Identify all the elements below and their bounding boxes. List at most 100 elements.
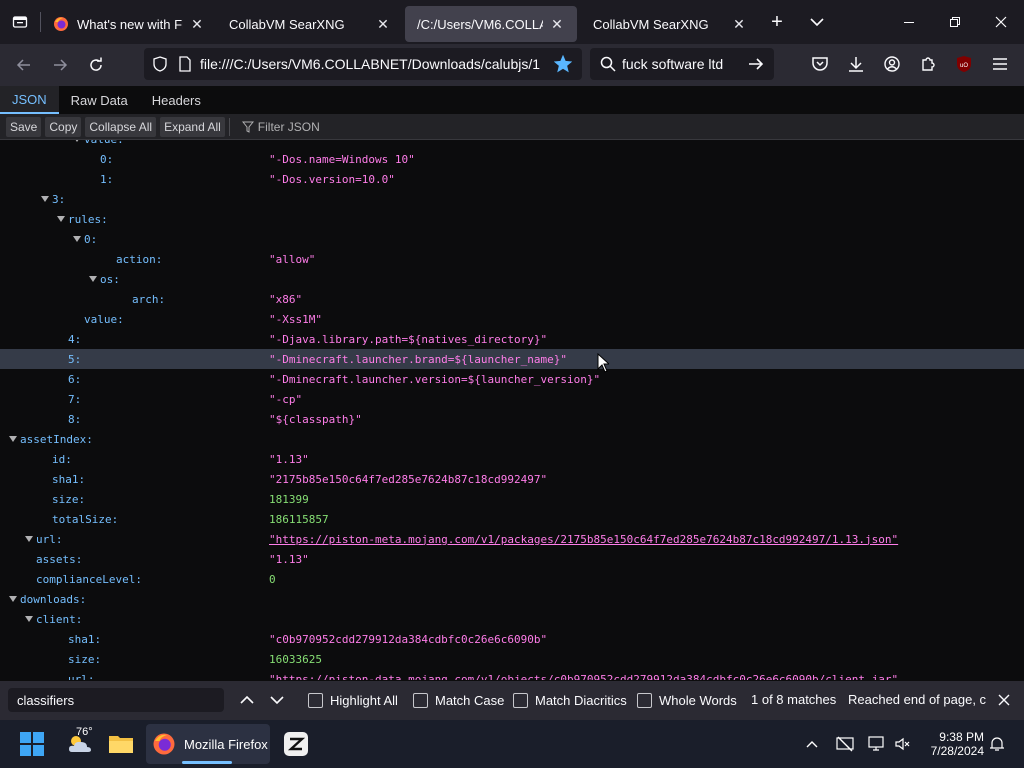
tree-row[interactable]: rules: bbox=[0, 209, 1024, 229]
search-input[interactable]: fuck software ltd bbox=[622, 56, 742, 72]
whole-words-checkbox[interactable]: Whole Words bbox=[637, 692, 737, 708]
tree-row[interactable]: value: bbox=[0, 140, 1024, 149]
copy-button[interactable]: Copy bbox=[45, 116, 82, 137]
expand-twisty-icon[interactable] bbox=[24, 614, 34, 624]
tree-row[interactable]: size: 181399 bbox=[0, 489, 1024, 509]
firefox-view-button[interactable] bbox=[0, 0, 40, 44]
tree-row[interactable]: value: "-Xss1M" bbox=[0, 309, 1024, 329]
weather-widget[interactable]: 76° bbox=[60, 724, 100, 764]
close-tab-icon[interactable]: ✕ bbox=[187, 14, 207, 34]
expand-twisty-icon[interactable] bbox=[88, 274, 98, 284]
expand-all-button[interactable]: Expand All bbox=[160, 116, 225, 137]
list-all-tabs-button[interactable] bbox=[795, 0, 839, 44]
url-text[interactable]: file:///C:/Users/VM6.COLLABNET/Downloads… bbox=[200, 56, 540, 72]
close-find-bar-button[interactable] bbox=[992, 688, 1016, 712]
tree-row[interactable]: 0: "-Dos.name=Windows 10" bbox=[0, 149, 1024, 169]
tree-row[interactable]: os: bbox=[0, 269, 1024, 289]
tree-row[interactable]: complianceLevel: 0 bbox=[0, 569, 1024, 589]
tab-collabvm-searxng-1[interactable]: CollabVM SearXNG ✕ bbox=[217, 6, 403, 42]
tree-row[interactable]: action: "allow" bbox=[0, 249, 1024, 269]
tree-row[interactable]: url: "https://piston-meta.mojang.com/v1/p… bbox=[0, 529, 1024, 549]
tab-raw-data[interactable]: Raw Data bbox=[59, 86, 140, 114]
find-previous-button[interactable] bbox=[236, 688, 258, 712]
expand-twisty-icon[interactable] bbox=[56, 214, 66, 224]
page-icon[interactable] bbox=[178, 56, 192, 72]
start-button[interactable] bbox=[12, 724, 52, 764]
bookmark-star-icon[interactable] bbox=[554, 55, 572, 73]
minimize-button[interactable] bbox=[886, 0, 932, 44]
highlight-all-checkbox[interactable]: Highlight All bbox=[308, 692, 398, 708]
close-tab-icon[interactable]: ✕ bbox=[547, 14, 567, 34]
json-link-value[interactable]: "https://piston-data.mojang.com/v1/objec… bbox=[269, 673, 898, 681]
find-next-button[interactable] bbox=[266, 688, 288, 712]
close-tab-icon[interactable]: ✕ bbox=[729, 14, 749, 34]
tree-row[interactable]: 8: "${classpath}" bbox=[0, 409, 1024, 429]
account-button[interactable] bbox=[878, 50, 906, 78]
tree-row[interactable]: url: "https://piston-data.mojang.com/v1/o… bbox=[0, 669, 1024, 681]
forward-button[interactable] bbox=[42, 49, 78, 81]
tree-row[interactable]: sha1: "c0b970952cdd279912da384cdbfc0c26e6… bbox=[0, 629, 1024, 649]
expand-twisty-icon[interactable] bbox=[72, 140, 82, 144]
close-window-button[interactable] bbox=[978, 0, 1024, 44]
checkbox-box[interactable] bbox=[513, 692, 528, 708]
tree-row[interactable]: 0: bbox=[0, 229, 1024, 249]
show-hidden-icons-button[interactable] bbox=[802, 724, 822, 764]
tree-row[interactable]: size: 16033625 bbox=[0, 649, 1024, 669]
search-bar[interactable]: fuck software ltd bbox=[590, 48, 774, 80]
checkbox-box[interactable] bbox=[413, 692, 428, 708]
tab-headers[interactable]: Headers bbox=[140, 86, 213, 114]
display-status[interactable] bbox=[866, 724, 888, 764]
tree-row[interactable]: totalSize: 186115857 bbox=[0, 509, 1024, 529]
tree-row[interactable]: 3: bbox=[0, 189, 1024, 209]
find-input[interactable]: classifiers bbox=[8, 688, 224, 712]
filter-json-input[interactable]: Filter JSON bbox=[241, 120, 320, 134]
tree-row[interactable]: sha1: "2175b85e150c64f7ed285e7624b87c18cd… bbox=[0, 469, 1024, 489]
json-link-value[interactable]: "https://piston-meta.mojang.com/v1/packa… bbox=[269, 533, 898, 546]
new-tab-button[interactable]: + bbox=[759, 0, 795, 44]
expand-twisty-icon[interactable] bbox=[24, 534, 34, 544]
tree-row[interactable]: 7: "-cp" bbox=[0, 389, 1024, 409]
clock[interactable]: 9:38 PM 7/28/2024 bbox=[916, 724, 984, 764]
expand-twisty-icon[interactable] bbox=[8, 434, 18, 444]
tree-row[interactable]: assets: "1.13" bbox=[0, 549, 1024, 569]
tab-collabvm-searxng-2[interactable]: CollabVM SearXNG ✕ bbox=[581, 6, 759, 42]
menu-button[interactable] bbox=[986, 50, 1014, 78]
go-arrow-icon[interactable] bbox=[748, 56, 764, 72]
tree-row[interactable]: 1: "-Dos.version=10.0" bbox=[0, 169, 1024, 189]
network-status[interactable] bbox=[834, 724, 856, 764]
back-button[interactable] bbox=[6, 49, 42, 81]
save-button[interactable]: Save bbox=[6, 116, 42, 137]
expand-twisty-icon[interactable] bbox=[40, 194, 50, 204]
file-explorer-button[interactable] bbox=[104, 724, 138, 764]
reload-button[interactable] bbox=[78, 49, 114, 81]
url-bar[interactable]: file:///C:/Users/VM6.COLLABNET/Downloads… bbox=[144, 48, 582, 80]
tree-row[interactable]: arch: "x86" bbox=[0, 289, 1024, 309]
tree-row[interactable]: downloads: bbox=[0, 589, 1024, 609]
pocket-button[interactable] bbox=[806, 50, 834, 78]
tree-row[interactable]: 6: "-Dminecraft.launcher.version=${launch… bbox=[0, 369, 1024, 389]
extensions-button[interactable] bbox=[914, 50, 942, 78]
collapse-all-button[interactable]: Collapse All bbox=[85, 116, 157, 137]
ublock-button[interactable]: uO bbox=[950, 50, 978, 78]
tree-row[interactable]: assetIndex: bbox=[0, 429, 1024, 449]
tab-json-file[interactable]: /C:/Users/VM6.COLLABNET ✕ bbox=[405, 6, 577, 42]
tree-row[interactable]: client: bbox=[0, 609, 1024, 629]
zed-app-button[interactable] bbox=[282, 724, 310, 764]
tree-row[interactable]: 5: "-Dminecraft.launcher.brand=${launcher… bbox=[0, 349, 1024, 369]
tab-whats-new[interactable]: What's new with Firefox ✕ bbox=[41, 6, 217, 42]
volume-status[interactable] bbox=[892, 724, 912, 764]
downloads-button[interactable] bbox=[842, 50, 870, 78]
match-case-checkbox[interactable]: Match Case bbox=[413, 692, 504, 708]
restore-button[interactable] bbox=[932, 0, 978, 44]
expand-twisty-icon[interactable] bbox=[72, 234, 82, 244]
shield-icon[interactable] bbox=[152, 56, 168, 72]
close-tab-icon[interactable]: ✕ bbox=[373, 14, 393, 34]
match-diacritics-checkbox[interactable]: Match Diacritics bbox=[513, 692, 627, 708]
notifications-button[interactable] bbox=[986, 724, 1008, 764]
expand-twisty-icon[interactable] bbox=[8, 594, 18, 604]
checkbox-box[interactable] bbox=[637, 692, 652, 708]
taskbar-firefox-button[interactable]: Mozilla Firefox bbox=[146, 724, 270, 764]
tree-row[interactable]: 4: "-Djava.library.path=${natives_directo… bbox=[0, 329, 1024, 349]
checkbox-box[interactable] bbox=[308, 692, 323, 708]
tree-row[interactable]: id: "1.13" bbox=[0, 449, 1024, 469]
